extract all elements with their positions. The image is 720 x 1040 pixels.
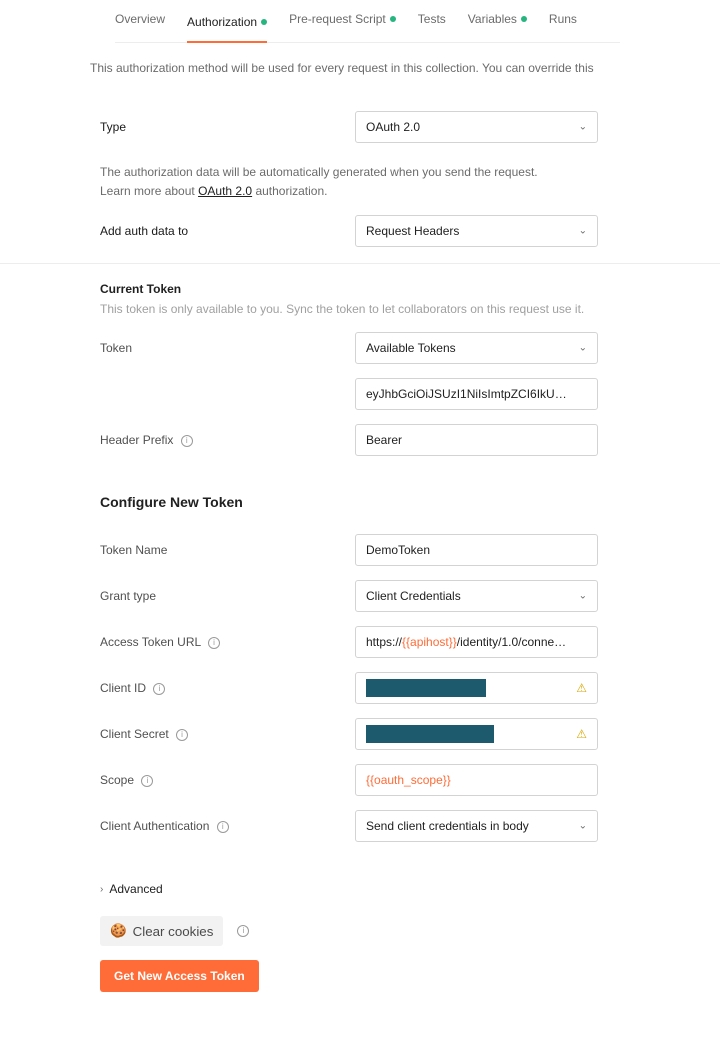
info-icon[interactable]: i — [237, 925, 249, 937]
client-secret-label: Client Secret i — [100, 727, 355, 741]
advanced-toggle[interactable]: › Advanced — [100, 882, 620, 896]
desc-learn: Learn more about — [100, 184, 198, 198]
info-icon[interactable]: i — [153, 683, 165, 695]
grant-label: Grant type — [100, 589, 355, 603]
intro-text: This authorization method will be used f… — [90, 59, 630, 77]
desc-after: authorization. — [252, 184, 327, 198]
chevron-down-icon: ⌄ — [579, 122, 587, 133]
tab-tests[interactable]: Tests — [418, 12, 446, 32]
tab-overview[interactable]: Overview — [115, 12, 165, 32]
type-label: Type — [100, 120, 355, 134]
chevron-down-icon: ⌄ — [579, 821, 587, 832]
tab-authorization-label: Authorization — [187, 15, 257, 29]
add-auth-value: Request Headers — [366, 224, 459, 238]
configure-title: Configure New Token — [100, 494, 620, 510]
client-auth-select[interactable]: Send client credentials in body ⌄ — [355, 810, 598, 842]
type-select[interactable]: OAuth 2.0 ⌄ — [355, 111, 598, 143]
client-id-label: Client ID i — [100, 681, 355, 695]
tab-prerequest-label: Pre-request Script — [289, 12, 386, 26]
header-prefix-text: Header Prefix — [100, 433, 173, 447]
status-dot-icon — [390, 16, 396, 22]
client-secret-input[interactable]: ⚠ — [355, 718, 598, 750]
grant-select[interactable]: Client Credentials ⌄ — [355, 580, 598, 612]
token-value-input[interactable]: eyJhbGciOiJSUzI1NiIsImtpZCI6IkU2N… — [355, 378, 598, 410]
header-prefix-label: Header Prefix i — [100, 433, 355, 447]
token-value: eyJhbGciOiJSUzI1NiIsImtpZCI6IkU2N… — [366, 387, 567, 401]
type-select-value: OAuth 2.0 — [366, 120, 420, 134]
client-auth-value: Send client credentials in body — [366, 819, 529, 833]
url-label: Access Token URL i — [100, 635, 355, 649]
status-dot-icon — [521, 16, 527, 22]
url-label-text: Access Token URL — [100, 635, 201, 649]
header-prefix-input[interactable]: Bearer — [355, 424, 598, 456]
client-auth-text: Client Authentication — [100, 819, 209, 833]
add-auth-select[interactable]: Request Headers ⌄ — [355, 215, 598, 247]
desc-line1: The authorization data will be automatic… — [100, 165, 538, 179]
tabs-bar: Overview Authorization Pre-request Scrip… — [115, 0, 620, 43]
token-name-value: DemoToken — [366, 543, 430, 557]
info-icon[interactable]: i — [208, 637, 220, 649]
get-new-access-token-button[interactable]: Get New Access Token — [100, 960, 259, 992]
status-dot-icon — [261, 19, 267, 25]
add-auth-label: Add auth data to — [100, 224, 355, 238]
token-select[interactable]: Available Tokens ⌄ — [355, 332, 598, 364]
tab-authorization[interactable]: Authorization — [187, 12, 267, 43]
warning-icon[interactable]: ⚠ — [576, 727, 587, 741]
scope-label: Scope i — [100, 773, 355, 787]
client-auth-label: Client Authentication i — [100, 819, 355, 833]
advanced-label: Advanced — [109, 882, 162, 896]
scope-value: {{oauth_scope}} — [366, 773, 451, 787]
oauth-link[interactable]: OAuth 2.0 — [198, 184, 252, 198]
token-name-label: Token Name — [100, 543, 355, 557]
client-secret-text: Client Secret — [100, 727, 169, 741]
clear-cookies-label: Clear cookies — [133, 924, 214, 939]
redacted-value — [366, 725, 494, 743]
tab-variables-label: Variables — [468, 12, 517, 26]
tab-variables[interactable]: Variables — [468, 12, 527, 32]
info-icon[interactable]: i — [217, 821, 229, 833]
client-id-text: Client ID — [100, 681, 146, 695]
info-icon[interactable]: i — [176, 729, 188, 741]
current-token-desc: This token is only available to you. Syn… — [100, 300, 620, 318]
grant-value: Client Credentials — [366, 589, 461, 603]
chevron-right-icon: › — [100, 884, 103, 895]
header-prefix-value: Bearer — [366, 433, 402, 447]
info-icon[interactable]: i — [141, 775, 153, 787]
access-token-url-input[interactable]: https://{{apihost}}/identity/1.0/conne… — [355, 626, 598, 658]
chevron-down-icon: ⌄ — [579, 343, 587, 354]
redacted-value — [366, 679, 486, 697]
current-token-header: Current Token — [100, 282, 620, 296]
info-icon[interactable]: i — [181, 435, 193, 447]
url-value: https://{{apihost}}/identity/1.0/conne… — [366, 635, 567, 649]
chevron-down-icon: ⌄ — [579, 591, 587, 602]
clear-cookies-button[interactable]: 🍪 Clear cookies — [100, 916, 223, 946]
scope-input[interactable]: {{oauth_scope}} — [355, 764, 598, 796]
token-label: Token — [100, 341, 355, 355]
scope-text: Scope — [100, 773, 134, 787]
client-id-input[interactable]: ⚠ — [355, 672, 598, 704]
tab-runs[interactable]: Runs — [549, 12, 577, 32]
warning-icon[interactable]: ⚠ — [576, 681, 587, 695]
tab-prerequest[interactable]: Pre-request Script — [289, 12, 396, 32]
cookie-icon: 🍪 — [110, 923, 127, 939]
chevron-down-icon: ⌄ — [579, 226, 587, 237]
token-name-input[interactable]: DemoToken — [355, 534, 598, 566]
token-select-value: Available Tokens — [366, 341, 456, 355]
auth-description: The authorization data will be automatic… — [100, 163, 620, 201]
